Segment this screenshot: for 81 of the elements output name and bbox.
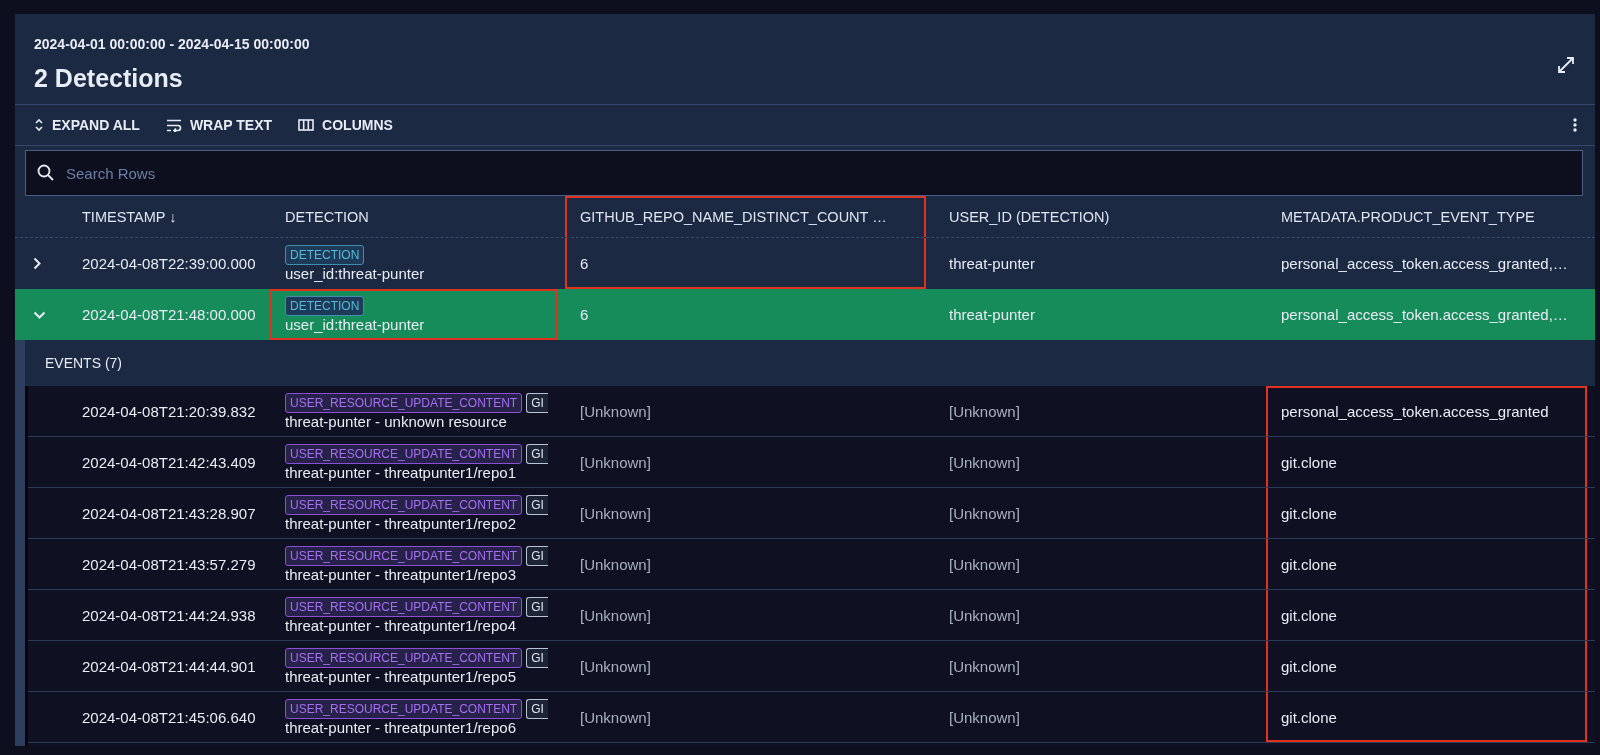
count-cell-text: [Unknown] [579,401,652,422]
user-id-cell-text: [Unknown] [948,656,1021,677]
event-type-cell: git.clone [1266,590,1587,640]
detection-text: threat-punter - threatpunter1/repo2 [285,514,517,532]
timestamp-cell-text: 2024-04-08T22:39:00.000 [81,254,257,274]
timestamp-cell-text: 2024-04-08T21:44:44.901 [81,656,257,677]
event-tag: GI [526,545,548,566]
event-tag: GI [526,392,548,413]
count-cell: 6 [565,238,926,289]
toolbar-button[interactable]: COLUMNS [298,117,393,133]
search-icon [37,164,54,181]
detection-tag: DETECTION [285,296,365,316]
column-header[interactable]: METADATA.PRODUCT_EVENT_TYPE [1266,196,1595,237]
count-cell-text: [Unknown] [579,554,652,575]
event-tag: USER_RESOURCE_UPDATE_CONTENT [285,698,523,719]
user-id-cell-text: threat-punter [948,305,1036,325]
user-id-cell-text: [Unknown] [948,605,1021,626]
timestamp-cell-text: 2024-04-08T21:43:57.279 [81,554,257,575]
search-field[interactable]: Search Rows [25,150,1583,196]
timestamp-cell-text: 2024-04-08T21:44:24.938 [81,605,257,626]
column-header[interactable]: DETECTION [270,196,565,237]
user-id-cell-text: [Unknown] [948,452,1021,473]
column-header[interactable]: TIMESTAMP ↓ [67,196,270,237]
event-tag: GI [526,494,548,515]
timestamp-cell-text: 2024-04-08T21:45:06.640 [81,707,257,728]
timestamp-cell-text: 2024-04-08T21:20:39.832 [81,401,257,422]
date-range: 2024-04-01 00:00:00 - 2024-04-15 00:00:00 [34,36,310,52]
event-type-cell: personal_access_token.access_granted [1266,386,1587,436]
event-type-cell: git.clone [1266,437,1587,487]
detection-text: threat-punter - threatpunter1/repo5 [285,667,517,685]
count-cell-text: [Unknown] [579,605,652,626]
toolbar-button[interactable]: WRAP TEXT [165,117,273,133]
more-menu-icon[interactable] [1573,118,1577,132]
expand-icon[interactable] [1557,56,1575,74]
count-cell-text: [Unknown] [579,503,652,524]
event-tag: GI [526,698,548,719]
event-tag: USER_RESOURCE_UPDATE_CONTENT [285,392,523,413]
detection-row[interactable]: 2024-04-08T21:48:00.000 DETECTION user_id:threat-punter 6 threat-punter personal_access_token.access_granted,… [15,289,1595,340]
event-tag: USER_RESOURCE_UPDATE_CONTENT [285,545,523,566]
user-id-cell-text: [Unknown] [948,401,1021,422]
count-cell-text: 6 [579,305,590,325]
event-tag: USER_RESOURCE_UPDATE_CONTENT [285,443,523,464]
detection-row[interactable]: 2024-04-08T22:39:00.000 DETECTION user_id:threat-punter 6 threat-punter personal_access_token.access_granted,… [15,238,1595,289]
event-type-cell-text: personal_access_token.access_granted,… [1280,305,1569,325]
count-cell-text: [Unknown] [579,452,652,473]
event-tag: GI [526,443,548,464]
count-cell-text: [Unknown] [579,656,652,677]
detection-text: user_id:threat-punter [285,265,426,282]
detection-text: threat-punter - threatpunter1/repo3 [285,565,517,583]
event-tag: USER_RESOURCE_UPDATE_CONTENT [285,596,523,617]
event-type-cell: git.clone [1266,539,1587,589]
column-header[interactable]: GITHUB_REPO_NAME_DISTINCT_COUNT … [565,196,926,237]
up-down-caret-icon [34,118,44,132]
count-cell-text: [Unknown] [579,707,652,728]
detection-text: threat-punter - threatpunter1/repo1 [285,463,517,481]
event-type-cell: git.clone [1266,488,1587,538]
toolbar-button[interactable]: EXPAND ALL [34,117,140,133]
event-tag: GI [526,647,548,668]
event-tag: USER_RESOURCE_UPDATE_CONTENT [285,647,523,668]
wrap-text-icon [165,118,182,132]
event-type-cell-text: personal_access_token.access_granted,… [1280,254,1569,274]
timestamp-cell-text: 2024-04-08T21:43:28.907 [81,503,257,524]
user-id-cell-text: [Unknown] [948,707,1021,728]
detection-text: threat-punter - unknown resource [285,412,508,430]
detection-text: threat-punter - threatpunter1/repo4 [285,616,517,634]
detection-tag: DETECTION [285,245,365,265]
panel-title: 2 Detections [34,64,184,93]
event-type-cell: git.clone [1266,641,1587,691]
events-label: EVENTS (7) [45,355,122,371]
columns-icon [298,119,315,131]
user-id-cell-text: [Unknown] [948,554,1021,575]
event-type-cell: git.clone [1266,692,1587,742]
event-tag: GI [526,596,548,617]
detection-text: threat-punter - threatpunter1/repo6 [285,718,517,736]
column-header[interactable]: USER_ID (DETECTION) [934,196,1266,237]
timestamp-cell-text: 2024-04-08T21:42:43.409 [81,452,257,473]
detection-text: user_id:threat-punter [285,316,426,333]
event-tag: USER_RESOURCE_UPDATE_CONTENT [285,494,523,515]
user-id-cell-text: [Unknown] [948,503,1021,524]
user-id-cell-text: threat-punter [948,254,1036,274]
timestamp-cell-text: 2024-04-08T21:48:00.000 [81,305,257,325]
